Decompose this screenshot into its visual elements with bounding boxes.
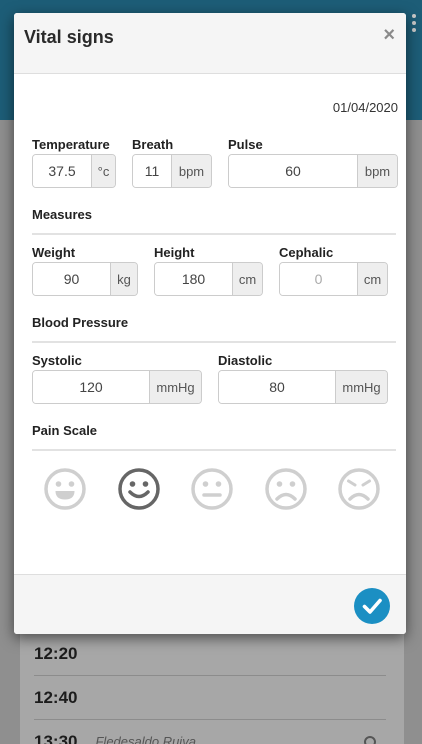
- pulse-group: bpm: [228, 154, 398, 188]
- breath-input[interactable]: [133, 155, 171, 187]
- section-divider: [32, 341, 396, 343]
- weight-unit: kg: [110, 263, 137, 295]
- modal-footer: [14, 574, 406, 634]
- close-button[interactable]: ×: [383, 25, 395, 45]
- diastolic-unit: mmHg: [335, 371, 387, 403]
- pain-scale-section-title: Pain Scale: [32, 423, 98, 438]
- appointment-time: 12:40: [34, 687, 78, 707]
- diastolic-label: Diastolic: [218, 353, 273, 368]
- measures-section-title: Measures: [32, 207, 92, 222]
- systolic-label: Systolic: [32, 353, 82, 368]
- blood-pressure-section-title: Blood Pressure: [32, 315, 129, 330]
- weight-group: kg: [32, 262, 138, 296]
- sad-face-icon[interactable]: [336, 466, 382, 512]
- systolic-input[interactable]: [33, 371, 149, 403]
- appointment-patient-name: Fledesaldo Ruiva: [95, 734, 196, 744]
- weight-label: Weight: [32, 245, 76, 260]
- temperature-unit: °c: [91, 155, 115, 187]
- smile-face-icon[interactable]: [116, 466, 162, 512]
- systolic-group: mmHg: [32, 370, 202, 404]
- breath-group: bpm: [132, 154, 212, 188]
- weight-input[interactable]: [33, 263, 110, 295]
- pulse-unit: bpm: [357, 155, 397, 187]
- height-group: cm: [154, 262, 263, 296]
- appointment-time: 12:20: [34, 643, 78, 663]
- appointment-time: 13:30: [34, 731, 78, 744]
- section-divider: [32, 449, 396, 451]
- pain-scale-faces: [42, 466, 382, 512]
- cephalic-group: cm: [279, 262, 388, 296]
- grin-face-icon[interactable]: [42, 466, 88, 512]
- cephalic-label: Cephalic: [279, 245, 334, 260]
- list-item: 12:40: [34, 676, 386, 720]
- cephalic-unit: cm: [357, 263, 387, 295]
- status-circle-icon: [364, 735, 376, 744]
- list-item: 12:20: [34, 632, 386, 676]
- height-input[interactable]: [155, 263, 232, 295]
- temperature-input[interactable]: [33, 155, 91, 187]
- neutral-face-icon[interactable]: [189, 466, 235, 512]
- breath-unit: bpm: [171, 155, 211, 187]
- breath-label: Breath: [132, 137, 174, 152]
- diastolic-input[interactable]: [219, 371, 335, 403]
- record-date: 01/04/2020: [332, 100, 398, 115]
- frown-face-icon[interactable]: [263, 466, 309, 512]
- systolic-unit: mmHg: [149, 371, 201, 403]
- height-label: Height: [154, 245, 195, 260]
- temperature-label: Temperature: [32, 137, 110, 152]
- pulse-label: Pulse: [228, 137, 263, 152]
- more-menu-icon: [412, 14, 418, 36]
- section-divider: [32, 233, 396, 235]
- modal-title: Vital signs: [24, 27, 114, 47]
- cephalic-input[interactable]: [280, 263, 357, 295]
- list-item: 13:30 Fledesaldo Ruiva: [34, 720, 386, 744]
- pulse-input[interactable]: [229, 155, 357, 187]
- temperature-group: °c: [32, 154, 116, 188]
- diastolic-group: mmHg: [218, 370, 388, 404]
- check-icon: [362, 598, 382, 614]
- confirm-button[interactable]: [354, 588, 390, 624]
- height-unit: cm: [232, 263, 262, 295]
- modal-header: Vital signs ×: [14, 13, 406, 74]
- vital-signs-modal: Vital signs × 01/04/2020 Temperature °c …: [14, 13, 406, 634]
